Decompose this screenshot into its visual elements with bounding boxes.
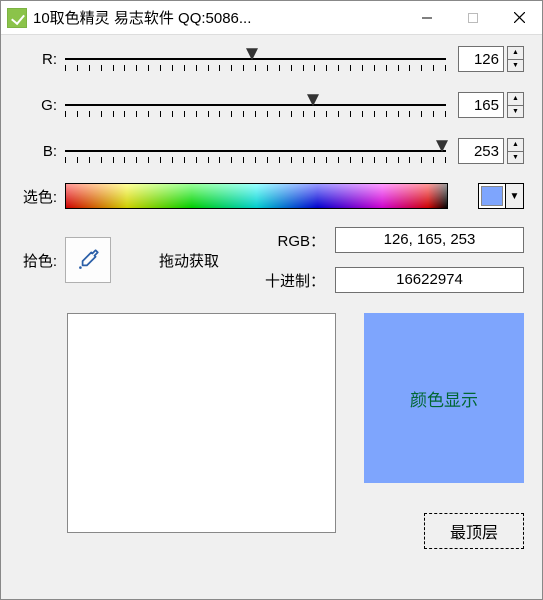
b-spin-up[interactable]: ▲ [507, 138, 524, 151]
close-icon [514, 12, 525, 23]
b-number-field: ▲ ▼ [458, 138, 524, 164]
color-combo[interactable]: ▼ [478, 183, 524, 209]
r-label: R: [15, 51, 65, 68]
select-color-label: 选色: [15, 186, 65, 207]
rgb-label: RGB： [265, 230, 335, 251]
r-input[interactable] [458, 46, 504, 72]
r-row: R: ▲ ▼ [15, 45, 524, 73]
topmost-button[interactable]: 最顶层 [424, 513, 524, 549]
g-spin-up[interactable]: ▲ [507, 92, 524, 105]
g-label: G: [15, 97, 65, 114]
minimize-icon [422, 13, 432, 23]
decimal-label: 十进制： [265, 270, 335, 291]
decimal-value[interactable]: 16622974 [335, 267, 524, 293]
maximize-button [450, 1, 496, 34]
mid-section: 拾色: 拖动获取 RGB： 126, 165, 253 十进制： 1662297… [15, 227, 524, 293]
r-number-field: ▲ ▼ [458, 46, 524, 72]
right-column: 颜色显示 最顶层 [364, 313, 524, 549]
eyedropper-icon [75, 247, 101, 273]
b-row: B: ▲ ▼ [15, 137, 524, 165]
b-input[interactable] [458, 138, 504, 164]
close-button[interactable] [496, 1, 542, 34]
current-color-swatch [479, 184, 505, 208]
pick-color-label: 拾色: [15, 250, 65, 271]
color-display-label: 颜色显示 [410, 386, 478, 411]
app-window: 10取色精灵 易志软件 QQ:5086... R: ▲ ▼ [0, 0, 543, 600]
client-area: R: ▲ ▼ G: [1, 35, 542, 599]
maximize-icon [468, 13, 478, 23]
g-input[interactable] [458, 92, 504, 118]
g-number-field: ▲ ▼ [458, 92, 524, 118]
color-display-panel: 颜色显示 [364, 313, 524, 483]
minimize-button[interactable] [404, 1, 450, 34]
r-spinner: ▲ ▼ [507, 46, 524, 72]
bottom-section: 颜色显示 最顶层 [15, 313, 524, 549]
hue-strip[interactable] [65, 183, 448, 209]
g-slider[interactable] [65, 91, 446, 119]
r-spin-down[interactable]: ▼ [507, 59, 524, 73]
eyedropper-button[interactable] [65, 237, 111, 283]
b-spin-down[interactable]: ▼ [507, 151, 524, 165]
app-icon [7, 8, 27, 28]
g-row: G: ▲ ▼ [15, 91, 524, 119]
g-spinner: ▲ ▼ [507, 92, 524, 118]
b-slider-thumb[interactable] [436, 140, 448, 152]
b-slider[interactable] [65, 137, 446, 165]
select-color-row: 选色: ▼ [15, 183, 524, 209]
b-label: B: [15, 143, 65, 160]
drag-hint: 拖动获取 [155, 250, 265, 271]
b-spinner: ▲ ▼ [507, 138, 524, 164]
r-slider[interactable] [65, 45, 446, 73]
r-spin-up[interactable]: ▲ [507, 46, 524, 59]
magnifier-preview [67, 313, 336, 533]
g-slider-thumb[interactable] [307, 94, 319, 106]
rgb-value[interactable]: 126, 165, 253 [335, 227, 524, 253]
titlebar[interactable]: 10取色精灵 易志软件 QQ:5086... [1, 1, 542, 35]
g-spin-down[interactable]: ▼ [507, 105, 524, 119]
r-slider-thumb[interactable] [246, 48, 258, 60]
window-title: 10取色精灵 易志软件 QQ:5086... [33, 7, 404, 28]
color-combo-dropdown[interactable]: ▼ [505, 184, 523, 208]
